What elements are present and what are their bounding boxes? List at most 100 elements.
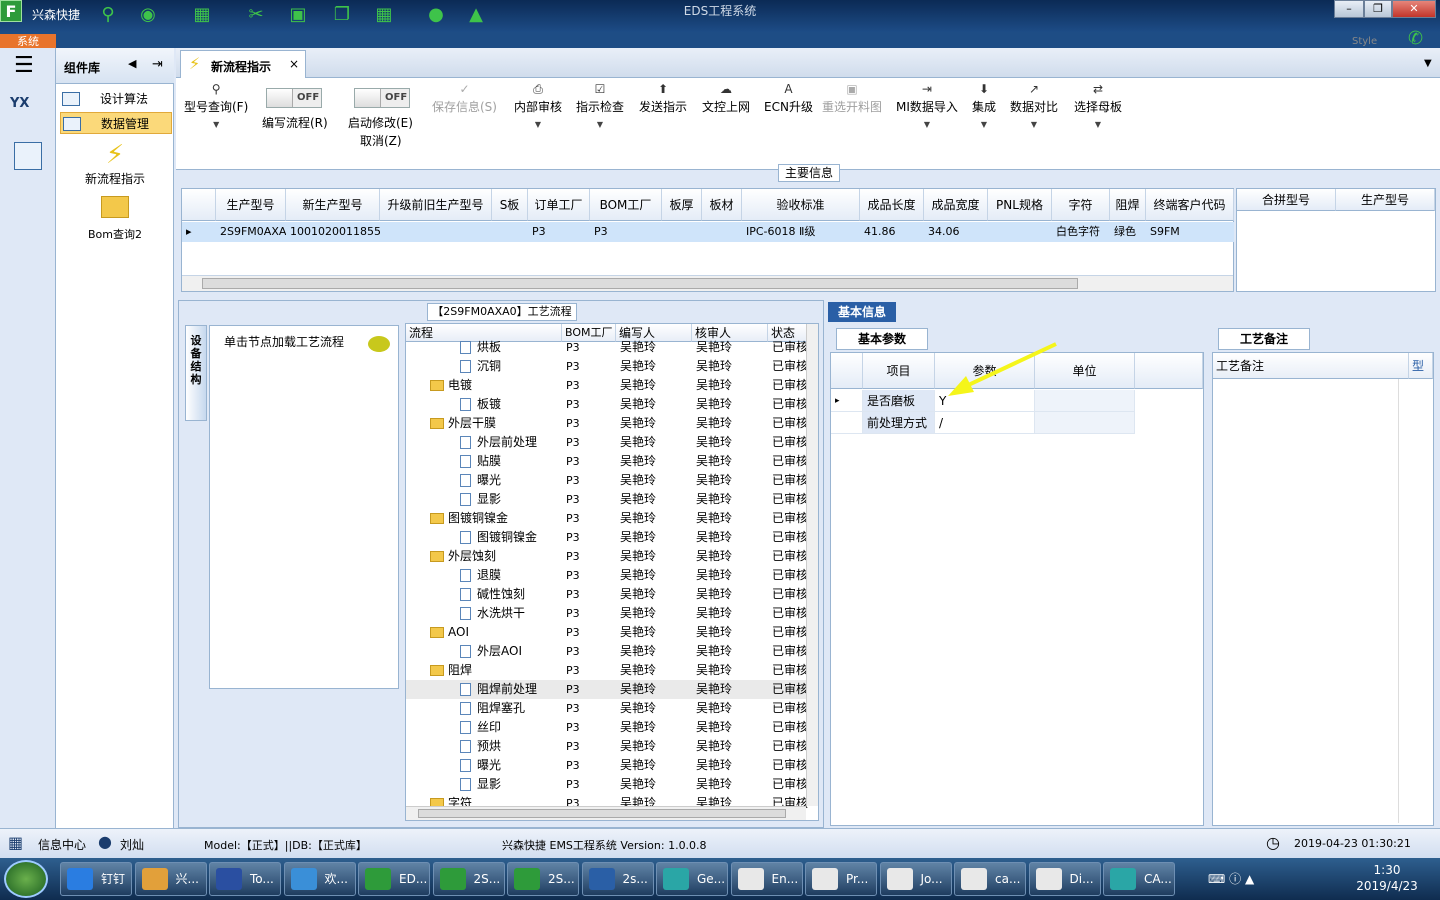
- start-button[interactable]: [4, 860, 48, 898]
- column-header[interactable]: 型: [1409, 353, 1433, 379]
- table-cell[interactable]: 10010200118557: [286, 222, 380, 242]
- column-header[interactable]: 升级前旧生产型号: [380, 189, 492, 221]
- taskbar-item[interactable]: En...: [730, 862, 803, 896]
- tree-row[interactable]: 贴膜 P3 吴艳玲 吴艳玲 已审核: [406, 452, 808, 471]
- taskbar-item[interactable]: 2S...: [507, 862, 579, 896]
- taskbar-item[interactable]: CA...: [1103, 862, 1175, 896]
- tree-leaf-node[interactable]: 阻焊前处理: [460, 680, 537, 699]
- tree-row[interactable]: 显影 P3 吴艳玲 吴艳玲 已审核: [406, 490, 808, 509]
- upload-button[interactable]: ☁ 文控上网: [702, 80, 750, 116]
- column-header[interactable]: BOM工厂: [590, 189, 662, 221]
- close-window-button[interactable]: ✕: [1392, 0, 1436, 18]
- tree-row[interactable]: 丝印 P3 吴艳玲 吴艳玲 已审核: [406, 718, 808, 737]
- taskbar-item[interactable]: ED...: [358, 862, 430, 896]
- taskbar-item[interactable]: 兴...: [134, 862, 207, 896]
- tree-leaf-node[interactable]: 丝印: [460, 718, 501, 737]
- tree-row[interactable]: 电镀 P3 吴艳玲 吴艳玲 已审核: [406, 376, 808, 395]
- taskbar-item[interactable]: Di...: [1028, 862, 1101, 896]
- taskbar-item[interactable]: 2S...: [432, 862, 505, 896]
- taskbar-item[interactable]: Jo...: [879, 862, 952, 896]
- internal-review-button[interactable]: ⎙ 内部审核 ▼: [514, 80, 562, 129]
- tree-leaf-node[interactable]: 图镀铜镍金: [460, 528, 537, 547]
- complib-bom-query[interactable]: Bom查询2: [56, 196, 174, 242]
- tree-row[interactable]: 图镀铜镍金 P3 吴艳玲 吴艳玲 已审核: [406, 509, 808, 528]
- send-button[interactable]: ⬆ 发送指示: [639, 80, 687, 116]
- complib-item-design-algorithm[interactable]: 设计算法: [60, 88, 172, 110]
- style-label[interactable]: Style: [1352, 36, 1377, 47]
- info-center-link[interactable]: 信息中心: [38, 836, 86, 853]
- tab-basic-params[interactable]: 基本参数: [836, 328, 928, 350]
- tree-folder-node[interactable]: AOI: [430, 623, 469, 642]
- tree-row[interactable]: 阻焊塞孔 P3 吴艳玲 吴艳玲 已审核: [406, 699, 808, 718]
- taskbar-item[interactable]: ca...: [954, 862, 1026, 896]
- tree-row[interactable]: 曝光 P3 吴艳玲 吴艳玲 已审核: [406, 471, 808, 490]
- param-value[interactable]: /: [935, 412, 1035, 434]
- tree-row[interactable]: 图镀铜镍金 P3 吴艳玲 吴艳玲 已审核: [406, 528, 808, 547]
- tree-folder-node[interactable]: 图镀铜镍金: [430, 509, 508, 528]
- column-header[interactable]: 字符: [1052, 189, 1110, 221]
- tree-folder-node[interactable]: 外层蚀刻: [430, 547, 496, 566]
- collapse-left-icon[interactable]: ◀: [128, 57, 136, 70]
- tab-process-remark[interactable]: 工艺备注: [1218, 328, 1310, 350]
- column-header[interactable]: 生产型号: [216, 189, 286, 221]
- horizontal-scrollbar[interactable]: [182, 275, 1233, 291]
- maximize-button[interactable]: ❐: [1364, 0, 1392, 18]
- table-cell[interactable]: 41.86: [860, 222, 924, 242]
- tree-row[interactable]: 沉铜 P3 吴艳玲 吴艳玲 已审核: [406, 357, 808, 376]
- column-header[interactable]: 板材: [702, 189, 742, 221]
- column-header[interactable]: 终端客户代码: [1146, 189, 1234, 221]
- table-cell[interactable]: 绿色: [1110, 222, 1146, 242]
- column-header[interactable]: 板厚: [662, 189, 702, 221]
- tree-leaf-node[interactable]: 烘板: [460, 338, 501, 357]
- column-header[interactable]: S板: [492, 189, 528, 221]
- cancel-button[interactable]: 取消(Z): [360, 132, 402, 149]
- tree-leaf-node[interactable]: 外层前处理: [460, 433, 537, 452]
- horizontal-scrollbar[interactable]: [406, 806, 806, 820]
- reselect-button[interactable]: ▣ 重选开料图: [822, 80, 882, 116]
- tree-leaf-node[interactable]: 板镀: [460, 395, 501, 414]
- scroll-thumb[interactable]: [418, 809, 786, 818]
- tree-row[interactable]: 板镀 P3 吴艳玲 吴艳玲 已审核: [406, 395, 808, 414]
- column-header[interactable]: 生产型号: [1336, 189, 1435, 211]
- tree-row[interactable]: 曝光 P3 吴艳玲 吴艳玲 已审核: [406, 756, 808, 775]
- tree-row[interactable]: 水洗烘干 P3 吴艳玲 吴艳玲 已审核: [406, 604, 808, 623]
- table-cell[interactable]: [988, 222, 1052, 242]
- phone-icon[interactable]: ✆: [1408, 28, 1423, 49]
- taskbar-item[interactable]: Ge...: [656, 862, 728, 896]
- column-header[interactable]: 工艺备注: [1213, 353, 1409, 379]
- tree-row[interactable]: 外层AOI P3 吴艳玲 吴艳玲 已审核: [406, 642, 808, 661]
- tree-leaf-node[interactable]: 退膜: [460, 566, 501, 585]
- complib-new-flow[interactable]: ⚡ 新流程指示: [56, 140, 174, 187]
- tab-dropdown-icon[interactable]: ▼: [1424, 58, 1432, 69]
- vertical-scrollbar[interactable]: [806, 324, 818, 806]
- remark-textarea[interactable]: [1213, 379, 1399, 823]
- calculator-icon[interactable]: [14, 142, 42, 170]
- tree-row[interactable]: AOI P3 吴艳玲 吴艳玲 已审核: [406, 623, 808, 642]
- tree-row[interactable]: 外层干膜 P3 吴艳玲 吴艳玲 已审核: [406, 414, 808, 433]
- windows-grid-icon[interactable]: ▦: [8, 833, 23, 852]
- edit-flow-toggle[interactable]: OFF: [266, 88, 322, 108]
- tree-leaf-node[interactable]: 曝光: [460, 756, 501, 775]
- ecn-button[interactable]: A ECN升级: [764, 80, 813, 116]
- column-header[interactable]: 成品长度: [860, 189, 924, 221]
- integrate-button[interactable]: ⬇ 集成 ▼: [972, 80, 996, 129]
- tree-leaf-node[interactable]: 曝光: [460, 471, 501, 490]
- scroll-thumb[interactable]: [202, 278, 1078, 289]
- taskbar-item[interactable]: 钉钉: [60, 862, 132, 896]
- table-cell[interactable]: IPC-6018 Ⅱ级: [742, 222, 860, 242]
- column-header[interactable]: 合拼型号: [1237, 189, 1336, 211]
- tree-row[interactable]: 碱性蚀刻 P3 吴艳玲 吴艳玲 已审核: [406, 585, 808, 604]
- taskbar-clock[interactable]: 1:30 2019/4/23: [1346, 862, 1428, 894]
- tree-row[interactable]: 预烘 P3 吴艳玲 吴艳玲 已审核: [406, 737, 808, 756]
- taskbar-item[interactable]: To...: [209, 862, 281, 896]
- tree-leaf-node[interactable]: 贴膜: [460, 452, 501, 471]
- column-header[interactable]: 验收标准: [742, 189, 860, 221]
- minimize-button[interactable]: –: [1334, 0, 1364, 18]
- tree-leaf-node[interactable]: 显影: [460, 775, 501, 794]
- mi-import-button[interactable]: ⇥ MI数据导入 ▼: [896, 80, 958, 129]
- save-button[interactable]: ✓ 保存信息(S): [432, 80, 497, 116]
- hamburger-menu-icon[interactable]: ☰: [14, 55, 34, 77]
- tab-new-flow[interactable]: ⚡ 新流程指示 ×: [180, 50, 306, 78]
- taskbar-item[interactable]: Pr...: [805, 862, 877, 896]
- table-cell[interactable]: P3: [590, 222, 662, 242]
